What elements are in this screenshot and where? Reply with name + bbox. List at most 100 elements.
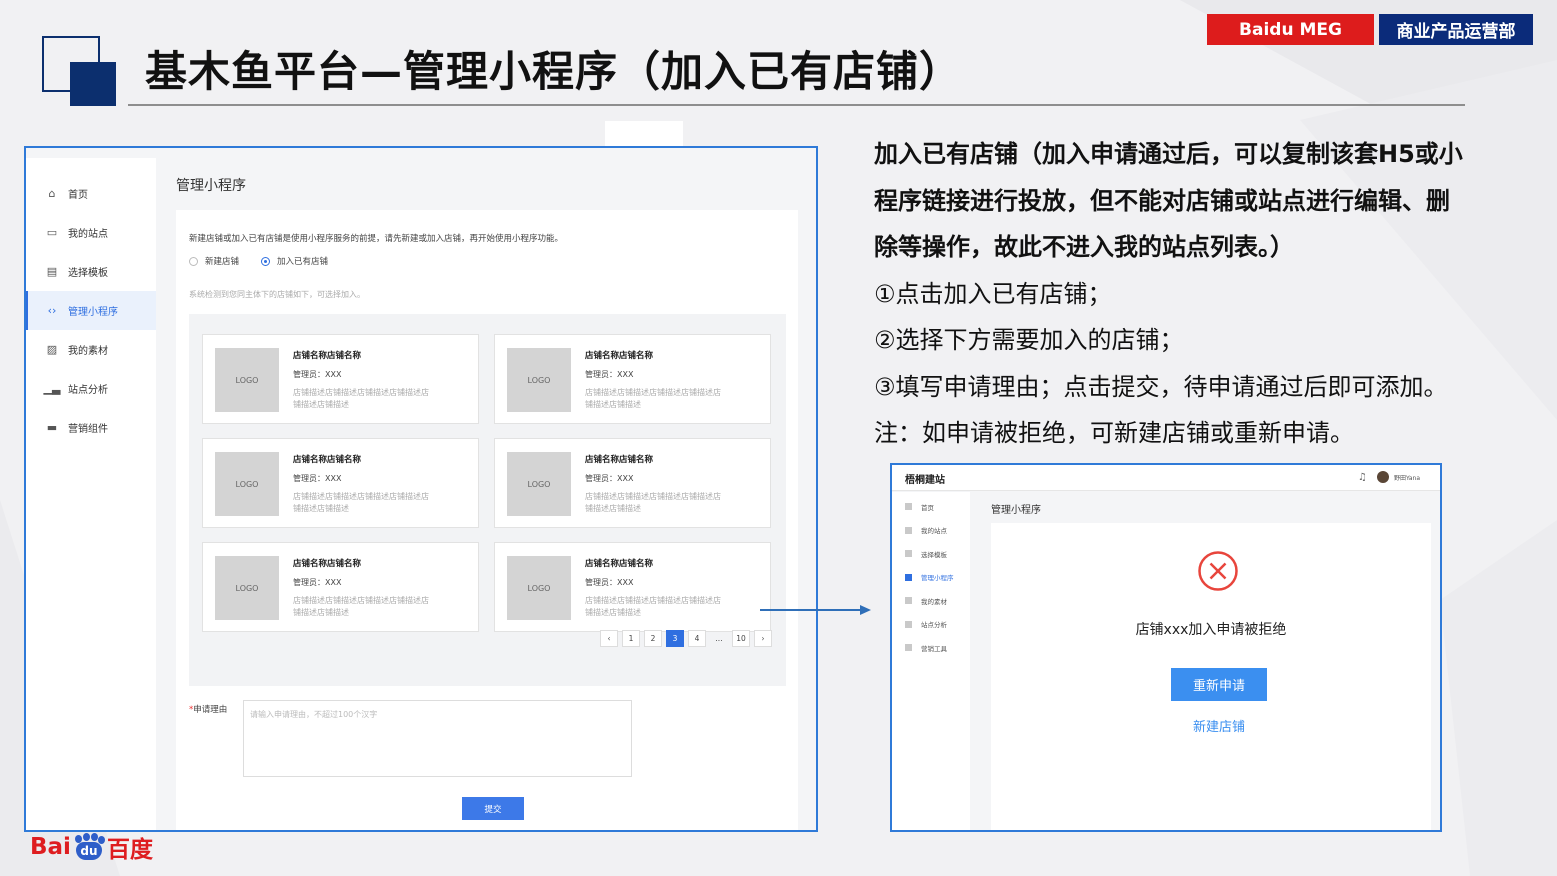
main-title: 管理小程序 bbox=[176, 178, 246, 194]
sidebar-item-mini-program[interactable]: ‹› 管理小程序 bbox=[26, 291, 156, 330]
store-name: 店铺名称店铺名称 bbox=[585, 559, 654, 569]
reason-placeholder: 请输入申请理由，不超过100个汉字 bbox=[250, 710, 378, 719]
radio-new-store[interactable]: 新建店铺 bbox=[189, 255, 239, 267]
sidebar-item-home[interactable]: ⌂ 首页 bbox=[26, 174, 156, 213]
store-card[interactable]: LOGO 店铺名称店铺名称 管理员：XXX 店铺描述店铺描述店铺描述店铺描述店铺… bbox=[202, 334, 479, 424]
sidebar-item-marketing-tools[interactable]: 营销工具 bbox=[892, 636, 970, 660]
home-icon: ⌂ bbox=[48, 187, 56, 200]
rejection-panel: 店铺xxx加入申请被拒绝 重新申请 新建店铺 bbox=[991, 523, 1431, 830]
instruction-line: 加入已有店铺（加入申请通过后，可以复制该套H5或小 bbox=[874, 140, 1463, 168]
sidebar-item-analytics[interactable]: ▁▃ 站点分析 bbox=[26, 369, 156, 408]
template-icon: ▤ bbox=[46, 265, 58, 278]
new-store-link[interactable]: 新建店铺 bbox=[991, 716, 1440, 735]
store-admin: 管理员：XXX bbox=[585, 474, 634, 483]
instructions: 加入已有店铺（加入申请通过后，可以复制该套H5或小 程序链接进行投放，但不能对店… bbox=[874, 131, 1524, 457]
error-icon bbox=[1198, 551, 1238, 591]
store-name: 店铺名称店铺名称 bbox=[585, 455, 654, 465]
sidebar-item-templates[interactable]: 选择模板 bbox=[892, 542, 970, 566]
store-admin: 管理员：XXX bbox=[293, 474, 342, 483]
join-store-screenshot: ⌂ 首页 ▭ 我的站点 ▤ 选择模板 ‹› 管理小程序 ▨ 我的素材 ▁▃ 站点… bbox=[24, 146, 818, 832]
sidebar-item-mini-program[interactable]: 管理小程序 bbox=[892, 566, 970, 590]
pager-ellipsis: ... bbox=[715, 634, 723, 643]
sidebar-item-templates[interactable]: ▤ 选择模板 bbox=[26, 252, 156, 291]
sidebar-item-materials[interactable]: 我的素材 bbox=[892, 589, 970, 613]
avatar[interactable] bbox=[1377, 471, 1389, 483]
store-name: 店铺名称店铺名称 bbox=[293, 351, 362, 361]
reason-textarea[interactable]: 请输入申请理由，不超过100个汉字 bbox=[243, 700, 632, 777]
submit-button[interactable]: 提交 bbox=[462, 797, 524, 820]
instruction-note: 注：如申请被拒绝，可新建店铺或重新申请。 bbox=[874, 419, 1354, 447]
store-card[interactable]: LOGO 店铺名称店铺名称 管理员：XXX 店铺描述店铺描述店铺描述店铺描述店铺… bbox=[494, 542, 771, 632]
paw-icon: du bbox=[72, 833, 106, 861]
bell-icon[interactable]: ♫ bbox=[1358, 472, 1367, 483]
sidebar-item-home[interactable]: 首页 bbox=[892, 495, 970, 519]
store-list: LOGO 店铺名称店铺名称 管理员：XXX 店铺描述店铺描述店铺描述店铺描述店铺… bbox=[189, 314, 786, 686]
store-name: 店铺名称店铺名称 bbox=[293, 559, 362, 569]
right-sidebar: 首页 我的站点 选择模板 管理小程序 我的素材 站点分析 营销工具 bbox=[892, 492, 970, 830]
hint-text: 系统检测到您同主体下的店铺如下，可选择加入。 bbox=[189, 290, 365, 299]
top-bar: 梧桐建站 ♫ 野田Yana bbox=[892, 465, 1440, 491]
instruction-line: 除等操作，故此不进入我的站点列表。） bbox=[874, 233, 1294, 261]
store-desc: 店铺描述店铺描述店铺描述店铺描述店铺描述店铺描述 bbox=[293, 492, 429, 513]
user-name[interactable]: 野田Yana bbox=[1394, 473, 1420, 482]
arrow-right-icon bbox=[760, 605, 871, 615]
store-desc: 店铺描述店铺描述店铺描述店铺描述店铺描述店铺描述 bbox=[585, 492, 721, 513]
reapply-button[interactable]: 重新申请 bbox=[1171, 668, 1267, 701]
main-title: 管理小程序 bbox=[991, 505, 1041, 516]
sidebar-item-marketing[interactable]: ▬ 营销组件 bbox=[26, 408, 156, 447]
instruction-step: ③填写申请理由；点击提交，待申请通过后即可添加。 bbox=[874, 372, 1448, 401]
pager-prev[interactable]: ‹ bbox=[600, 630, 618, 647]
pagination: ‹ 1 2 3 4 ... 10 › bbox=[600, 630, 772, 647]
image-icon: ▨ bbox=[46, 343, 58, 356]
store-name: 店铺名称店铺名称 bbox=[293, 455, 362, 465]
store-logo: LOGO bbox=[215, 556, 279, 620]
reason-label: *申请理由 bbox=[189, 705, 228, 715]
page-title: 基木鱼平台—管理小程序（加入已有店铺） bbox=[145, 47, 963, 96]
pager-page[interactable]: 10 bbox=[732, 630, 750, 647]
store-card[interactable]: LOGO 店铺名称店铺名称 管理员：XXX 店铺描述店铺描述店铺描述店铺描述店铺… bbox=[494, 438, 771, 528]
brand-badge-baidu-meg: Baidu MEG bbox=[1207, 14, 1374, 45]
tab-notch bbox=[605, 121, 683, 148]
app-name: 梧桐建站 bbox=[905, 475, 945, 486]
sidebar-item-my-sites[interactable]: ▭ 我的站点 bbox=[26, 213, 156, 252]
store-admin: 管理员：XXX bbox=[585, 370, 634, 379]
brand-badge-department: 商业产品运营部 bbox=[1379, 14, 1533, 45]
store-card[interactable]: LOGO 店铺名称店铺名称 管理员：XXX 店铺描述店铺描述店铺描述店铺描述店铺… bbox=[202, 542, 479, 632]
baidu-logo: Bai du 百度 bbox=[30, 833, 153, 863]
sidebar-item-my-sites[interactable]: 我的站点 bbox=[892, 519, 970, 543]
pager-next[interactable]: › bbox=[754, 630, 772, 647]
radio-join-store[interactable]: 加入已有店铺 bbox=[261, 255, 328, 267]
store-card[interactable]: LOGO 店铺名称店铺名称 管理员：XXX 店铺描述店铺描述店铺描述店铺描述店铺… bbox=[202, 438, 479, 528]
store-desc: 店铺描述店铺描述店铺描述店铺描述店铺描述店铺描述 bbox=[293, 388, 429, 409]
pager-page[interactable]: 2 bbox=[644, 630, 662, 647]
store-admin: 管理员：XXX bbox=[293, 370, 342, 379]
store-logo: LOGO bbox=[507, 556, 571, 620]
store-admin: 管理员：XXX bbox=[293, 578, 342, 587]
monitor-icon: ▭ bbox=[46, 226, 58, 239]
store-mode-radio-group: 新建店铺 加入已有店铺 bbox=[189, 255, 328, 267]
store-name: 店铺名称店铺名称 bbox=[585, 351, 654, 361]
join-store-panel: 新建店铺或加入已有店铺是使用小程序服务的前提，请先新建或加入店铺，再开始使用小程… bbox=[176, 210, 798, 830]
notice-text: 新建店铺或加入已有店铺是使用小程序服务的前提，请先新建或加入店铺，再开始使用小程… bbox=[189, 234, 564, 244]
instruction-step: ①点击加入已有店铺； bbox=[874, 279, 1112, 308]
store-desc: 店铺描述店铺描述店铺描述店铺描述店铺描述店铺描述 bbox=[585, 596, 721, 617]
store-logo: LOGO bbox=[507, 452, 571, 516]
pager-page[interactable]: 1 bbox=[622, 630, 640, 647]
instruction-line: 程序链接进行投放，但不能对店铺或站点进行编辑、删 bbox=[874, 186, 1450, 215]
sidebar-item-materials[interactable]: ▨ 我的素材 bbox=[26, 330, 156, 369]
pager-page[interactable]: 4 bbox=[688, 630, 706, 647]
store-desc: 店铺描述店铺描述店铺描述店铺描述店铺描述店铺描述 bbox=[293, 596, 429, 617]
code-icon: ‹› bbox=[47, 304, 57, 317]
store-logo: LOGO bbox=[507, 348, 571, 412]
title-logo-mark bbox=[42, 36, 120, 108]
rejected-screenshot: 梧桐建站 ♫ 野田Yana 首页 我的站点 选择模板 管理小程序 我的素材 站点… bbox=[890, 463, 1442, 832]
sidebar-item-analytics[interactable]: 站点分析 bbox=[892, 613, 970, 637]
store-desc: 店铺描述店铺描述店铺描述店铺描述店铺描述店铺描述 bbox=[585, 388, 721, 409]
store-card[interactable]: LOGO 店铺名称店铺名称 管理员：XXX 店铺描述店铺描述店铺描述店铺描述店铺… bbox=[494, 334, 771, 424]
instruction-step: ②选择下方需要加入的店铺； bbox=[874, 326, 1184, 354]
bar-chart-icon: ▁▃ bbox=[43, 382, 61, 395]
store-logo: LOGO bbox=[215, 452, 279, 516]
pager-page-current[interactable]: 3 bbox=[666, 630, 684, 647]
title-divider bbox=[128, 104, 1465, 106]
component-icon: ▬ bbox=[46, 421, 58, 434]
